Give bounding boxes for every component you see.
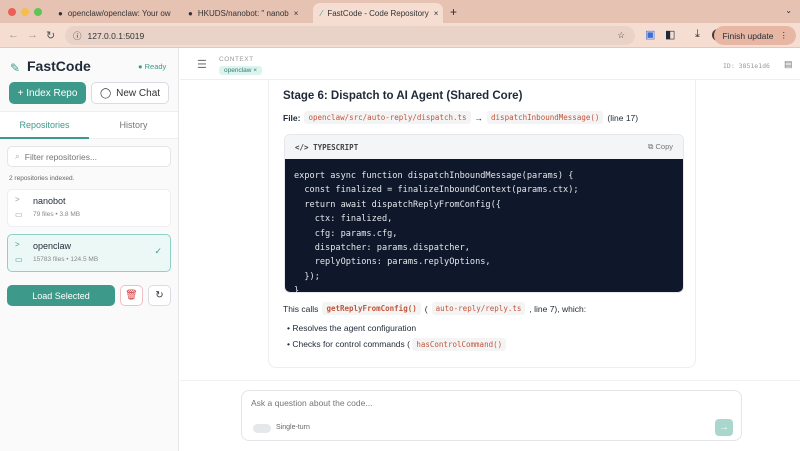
send-arrow-icon: →: [719, 422, 729, 433]
question-input[interactable]: [251, 398, 721, 414]
maximize-window-icon[interactable]: [34, 8, 42, 16]
menu-icon[interactable]: ☰: [197, 58, 207, 71]
repo-item-openclaw[interactable]: > ▭ openclaw 15783 files • 124.5 MB ✓: [7, 234, 171, 272]
bookmark-star-icon[interactable]: ☆: [617, 30, 625, 41]
file-label: File:: [283, 112, 301, 123]
tab-history[interactable]: History: [89, 112, 178, 139]
close-tab-icon[interactable]: ×: [294, 9, 299, 18]
more-menu-icon[interactable]: ⋮: [780, 30, 789, 41]
document-icon[interactable]: ▤: [784, 59, 793, 70]
repo-meta: 15783 files • 124.5 MB: [33, 256, 99, 263]
sidebar: ✎ FastCode ● Ready + Index Repo ◯ New Cha…: [0, 48, 179, 451]
browser-tab-bar: ●openclaw/openclaw: Your ow× ●HKUDS/nano…: [0, 0, 800, 23]
minimize-window-icon[interactable]: [21, 8, 29, 16]
extensions-icon[interactable]: ◧: [665, 28, 675, 41]
github-icon: ●: [188, 8, 193, 18]
search-icon: ⌕: [15, 151, 20, 161]
code-block: </> TYPESCRIPT ⧉ Copy export async funct…: [284, 134, 684, 293]
trash-icon: 🗑: [125, 290, 138, 301]
session-id: ID: 3851e1d6: [723, 62, 770, 70]
close-window-icon[interactable]: [8, 8, 16, 16]
repo-name: nanobot: [33, 196, 66, 206]
function-name: dispatchInboundMessage(): [487, 111, 604, 124]
site-info-icon[interactable]: ⓘ: [73, 30, 82, 42]
file-path: openclaw/src/auto-reply/dispatch.ts: [304, 111, 471, 124]
paren: (: [424, 303, 428, 314]
new-tab-icon[interactable]: +: [450, 5, 457, 19]
delete-repo-button[interactable]: 🗑: [120, 285, 143, 306]
main-header: ☰ CONTEXT openclaw × ID: 3851e1d6 ▤: [180, 48, 800, 80]
filter-repositories-input[interactable]: ⌕: [7, 146, 171, 167]
copy-button[interactable]: ⧉ Copy: [648, 142, 673, 152]
sidebar-tabs: Repositories History: [0, 111, 178, 139]
code-block-header: </> TYPESCRIPT ⧉ Copy: [285, 135, 683, 159]
divider: [180, 380, 800, 381]
chat-composer: Single-turn →: [241, 390, 742, 441]
reload-icon[interactable]: ↻: [46, 29, 55, 42]
status-badge: ● Ready: [138, 62, 167, 71]
address-bar-row: ← → ↻ ⓘ127.0.0.1:5019☆ ▣ ◧ ⤓ Z Finish up…: [0, 23, 800, 48]
index-repo-button[interactable]: + Index Repo: [9, 82, 86, 104]
folder-icon: ▭: [15, 210, 23, 219]
file-reference: File: openclaw/src/auto-reply/dispatch.t…: [283, 111, 638, 124]
browser-tab[interactable]: ●openclaw/openclaw: Your ow×: [50, 3, 175, 23]
browser-tab[interactable]: ● HKUDS/nanobot: " nanob ×: [180, 3, 308, 23]
calls-suffix: , line 7), which:: [529, 303, 587, 314]
app-name: FastCode: [27, 58, 91, 74]
url-input[interactable]: ⓘ 127.0.0.1:5019 ☆: [65, 26, 635, 45]
copy-icon: ⧉: [648, 142, 654, 151]
context-chip-openclaw[interactable]: openclaw ×: [219, 66, 263, 75]
code-language: </> TYPESCRIPT: [295, 142, 359, 152]
tab-repositories[interactable]: Repositories: [0, 112, 89, 139]
calls-function: getReplyFromConfig(): [322, 302, 421, 315]
bullet-code: hasControlCommand(): [412, 338, 507, 351]
expand-chevron-icon[interactable]: >: [15, 240, 20, 249]
fastcode-favicon-icon: ⁄: [321, 8, 323, 18]
back-icon[interactable]: ←: [8, 29, 19, 41]
context-label: CONTEXT: [219, 56, 254, 63]
tab-list-chevron-icon[interactable]: ⌄: [785, 6, 792, 15]
folder-icon: ▭: [15, 255, 23, 264]
repo-item-nanobot[interactable]: > ▭ nanobot 79 files • 3.8 MB: [7, 189, 171, 227]
load-selected-button[interactable]: Load Selected: [7, 285, 115, 306]
status-text: Ready: [144, 62, 167, 71]
forward-icon[interactable]: →: [27, 29, 38, 41]
send-button[interactable]: →: [715, 419, 733, 436]
close-tab-icon[interactable]: ×: [434, 9, 439, 18]
calls-paragraph: This calls getReplyFromConfig() ( auto-r…: [283, 302, 586, 315]
refresh-button[interactable]: ↻: [148, 285, 171, 306]
section-heading: Stage 6: Dispatch to AI Agent (Shared Co…: [283, 90, 523, 102]
chat-bubble-icon: ◯: [99, 87, 112, 99]
calls-file: auto-reply/reply.ts: [431, 302, 526, 315]
calls-prefix: This calls: [283, 303, 319, 314]
bullet-item: • Resolves the agent configuration: [287, 323, 417, 333]
repo-meta: 79 files • 3.8 MB: [33, 211, 81, 218]
download-icon[interactable]: ⤓: [695, 28, 700, 41]
single-turn-toggle[interactable]: [253, 424, 271, 433]
browser-tab-active[interactable]: ⁄ FastCode - Code Repository ×: [313, 3, 443, 23]
new-chat-button[interactable]: ◯ New Chat: [91, 82, 169, 104]
single-turn-label: Single-turn: [276, 424, 310, 431]
expand-chevron-icon[interactable]: >: [15, 195, 20, 204]
bullet-item: • Checks for control commands ( hasContr…: [287, 336, 507, 353]
code-icon: </>: [295, 142, 309, 152]
github-icon: ●: [58, 8, 63, 18]
repo-name: openclaw: [33, 241, 72, 251]
fastcode-logo-icon: ✎: [10, 61, 21, 75]
code-content: export async function dispatchInboundMes…: [285, 159, 683, 292]
refresh-icon: ↻: [155, 290, 164, 301]
selected-check-icon: ✓: [154, 246, 162, 256]
finish-update-button[interactable]: Finish update ⋮: [714, 26, 796, 45]
line-note: (line 17): [607, 112, 639, 123]
bullet-list: • Resolves the agent configuration • Che…: [287, 320, 507, 353]
translate-icon[interactable]: ▣: [645, 28, 655, 41]
repo-count: 2 repositories indexed.: [9, 175, 75, 182]
assistant-message-card: Stage 6: Dispatch to AI Agent (Shared Co…: [268, 80, 696, 368]
arrow: →: [474, 112, 484, 123]
filter-input-field[interactable]: [24, 151, 155, 162]
